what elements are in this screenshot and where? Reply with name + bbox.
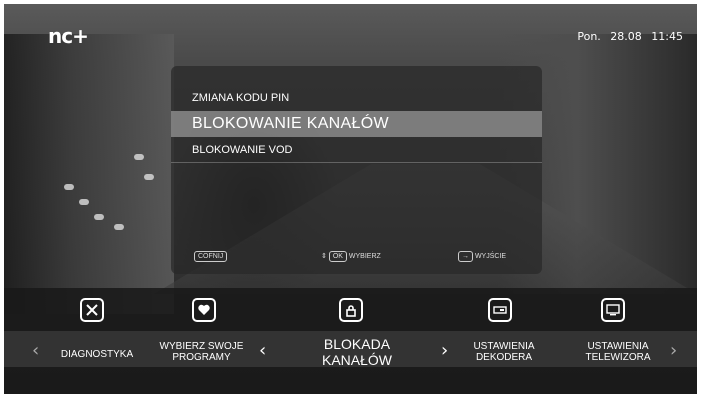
category-decoder-settings[interactable]: USTAWIENIA DEKODERA (459, 341, 549, 363)
category-label: DIAGNOSTYKA (60, 349, 134, 360)
category-channel-lock[interactable]: BLOKADA KANAŁÓW (302, 336, 412, 368)
menu-item-label: BLOKOWANIE VOD (192, 144, 293, 156)
exit-label: WYJŚCIE (474, 253, 507, 260)
category-label-line2: PROGRAMY (172, 352, 231, 363)
category-label-line2: TELEWIZORA (585, 352, 651, 363)
exit-key-icon: → (458, 251, 473, 262)
scroll-left-arrow[interactable]: ‹ (32, 340, 39, 361)
heart-icon[interactable] (192, 298, 216, 322)
date-time: Pon. 28.08 11:45 (571, 30, 683, 43)
up-down-icon: ⇕ (321, 253, 327, 260)
menu-item-channel-lock[interactable]: BLOKOWANIE KANAŁÓW (171, 111, 542, 137)
menu-item-label: BLOKOWANIE KANAŁÓW (192, 115, 389, 132)
nc-plus-logo: nc+ (48, 24, 89, 48)
category-tv-settings[interactable]: USTAWIENIA TELEWIZORA (572, 341, 664, 363)
panel-footer: COFNIJ ⇕ OK WYBIERZ → WYJŚCIE (171, 250, 542, 264)
next-category-arrow[interactable]: › (441, 340, 448, 361)
pin-settings-panel: ZMIANA KODU PIN BLOKOWANIE KANAŁÓW BLOKO… (171, 66, 542, 274)
menu-item-label: ZMIANA KODU PIN (192, 92, 290, 104)
select-hint[interactable]: ⇕ OK WYBIERZ (321, 251, 381, 262)
decoder-icon[interactable] (488, 298, 512, 322)
ok-key: OK (328, 251, 347, 262)
category-label-line1: USTAWIENIA (587, 341, 649, 352)
tools-icon[interactable] (80, 298, 104, 322)
prev-category-arrow[interactable]: ‹ (259, 340, 266, 361)
settings-category-bar: ‹ DIAGNOSTYKA WYBIERZ SWOJE PROGRAMY ‹ B… (4, 288, 697, 394)
category-label-line2: KANAŁÓW (321, 352, 392, 368)
menu-item-change-pin[interactable]: ZMIANA KODU PIN (171, 86, 542, 108)
category-label-line1: WYBIERZ SWOJE (159, 341, 244, 352)
lock-icon[interactable] (339, 298, 363, 322)
menu-divider (171, 162, 542, 163)
category-label-line1: BLOKADA (323, 336, 391, 352)
scroll-right-arrow[interactable]: › (670, 340, 677, 361)
tv-screen: nc+ Pon. 28.08 11:45 ZMIANA KODU PIN BLO… (4, 4, 697, 394)
date-label: 28.08 (610, 30, 642, 43)
exit-hint[interactable]: → WYJŚCIE (458, 251, 506, 262)
back-hint[interactable]: COFNIJ (194, 251, 228, 262)
category-diagnostics[interactable]: DIAGNOSTYKA (52, 349, 142, 360)
day-label: Pon. (577, 30, 601, 43)
tv-icon[interactable] (601, 298, 625, 322)
category-label-line2: DEKODERA (475, 352, 533, 363)
time-label: 11:45 (651, 30, 683, 43)
category-choose-programs[interactable]: WYBIERZ SWOJE PROGRAMY (154, 341, 249, 363)
category-label-line1: USTAWIENIA (473, 341, 535, 352)
menu-item-vod-lock[interactable]: BLOKOWANIE VOD (171, 140, 542, 162)
select-label: WYBIERZ (348, 253, 381, 260)
back-key: COFNIJ (194, 251, 228, 262)
